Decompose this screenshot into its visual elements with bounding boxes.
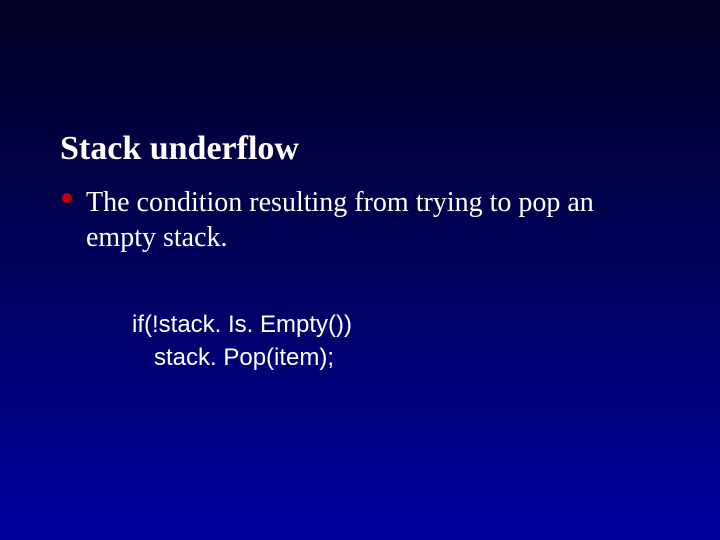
bullet-row: The condition resulting from trying to p…	[60, 185, 660, 255]
code-block: if(!stack. Is. Empty()) stack. Pop(item)…	[132, 309, 660, 374]
slide-title: Stack underflow	[60, 130, 660, 167]
bullet-icon	[62, 193, 72, 203]
slide: Stack underflow The condition resulting …	[0, 0, 720, 374]
code-line-2: stack. Pop(item);	[132, 342, 660, 374]
bullet-text: The condition resulting from trying to p…	[86, 185, 660, 255]
code-line-1: if(!stack. Is. Empty())	[132, 309, 660, 341]
